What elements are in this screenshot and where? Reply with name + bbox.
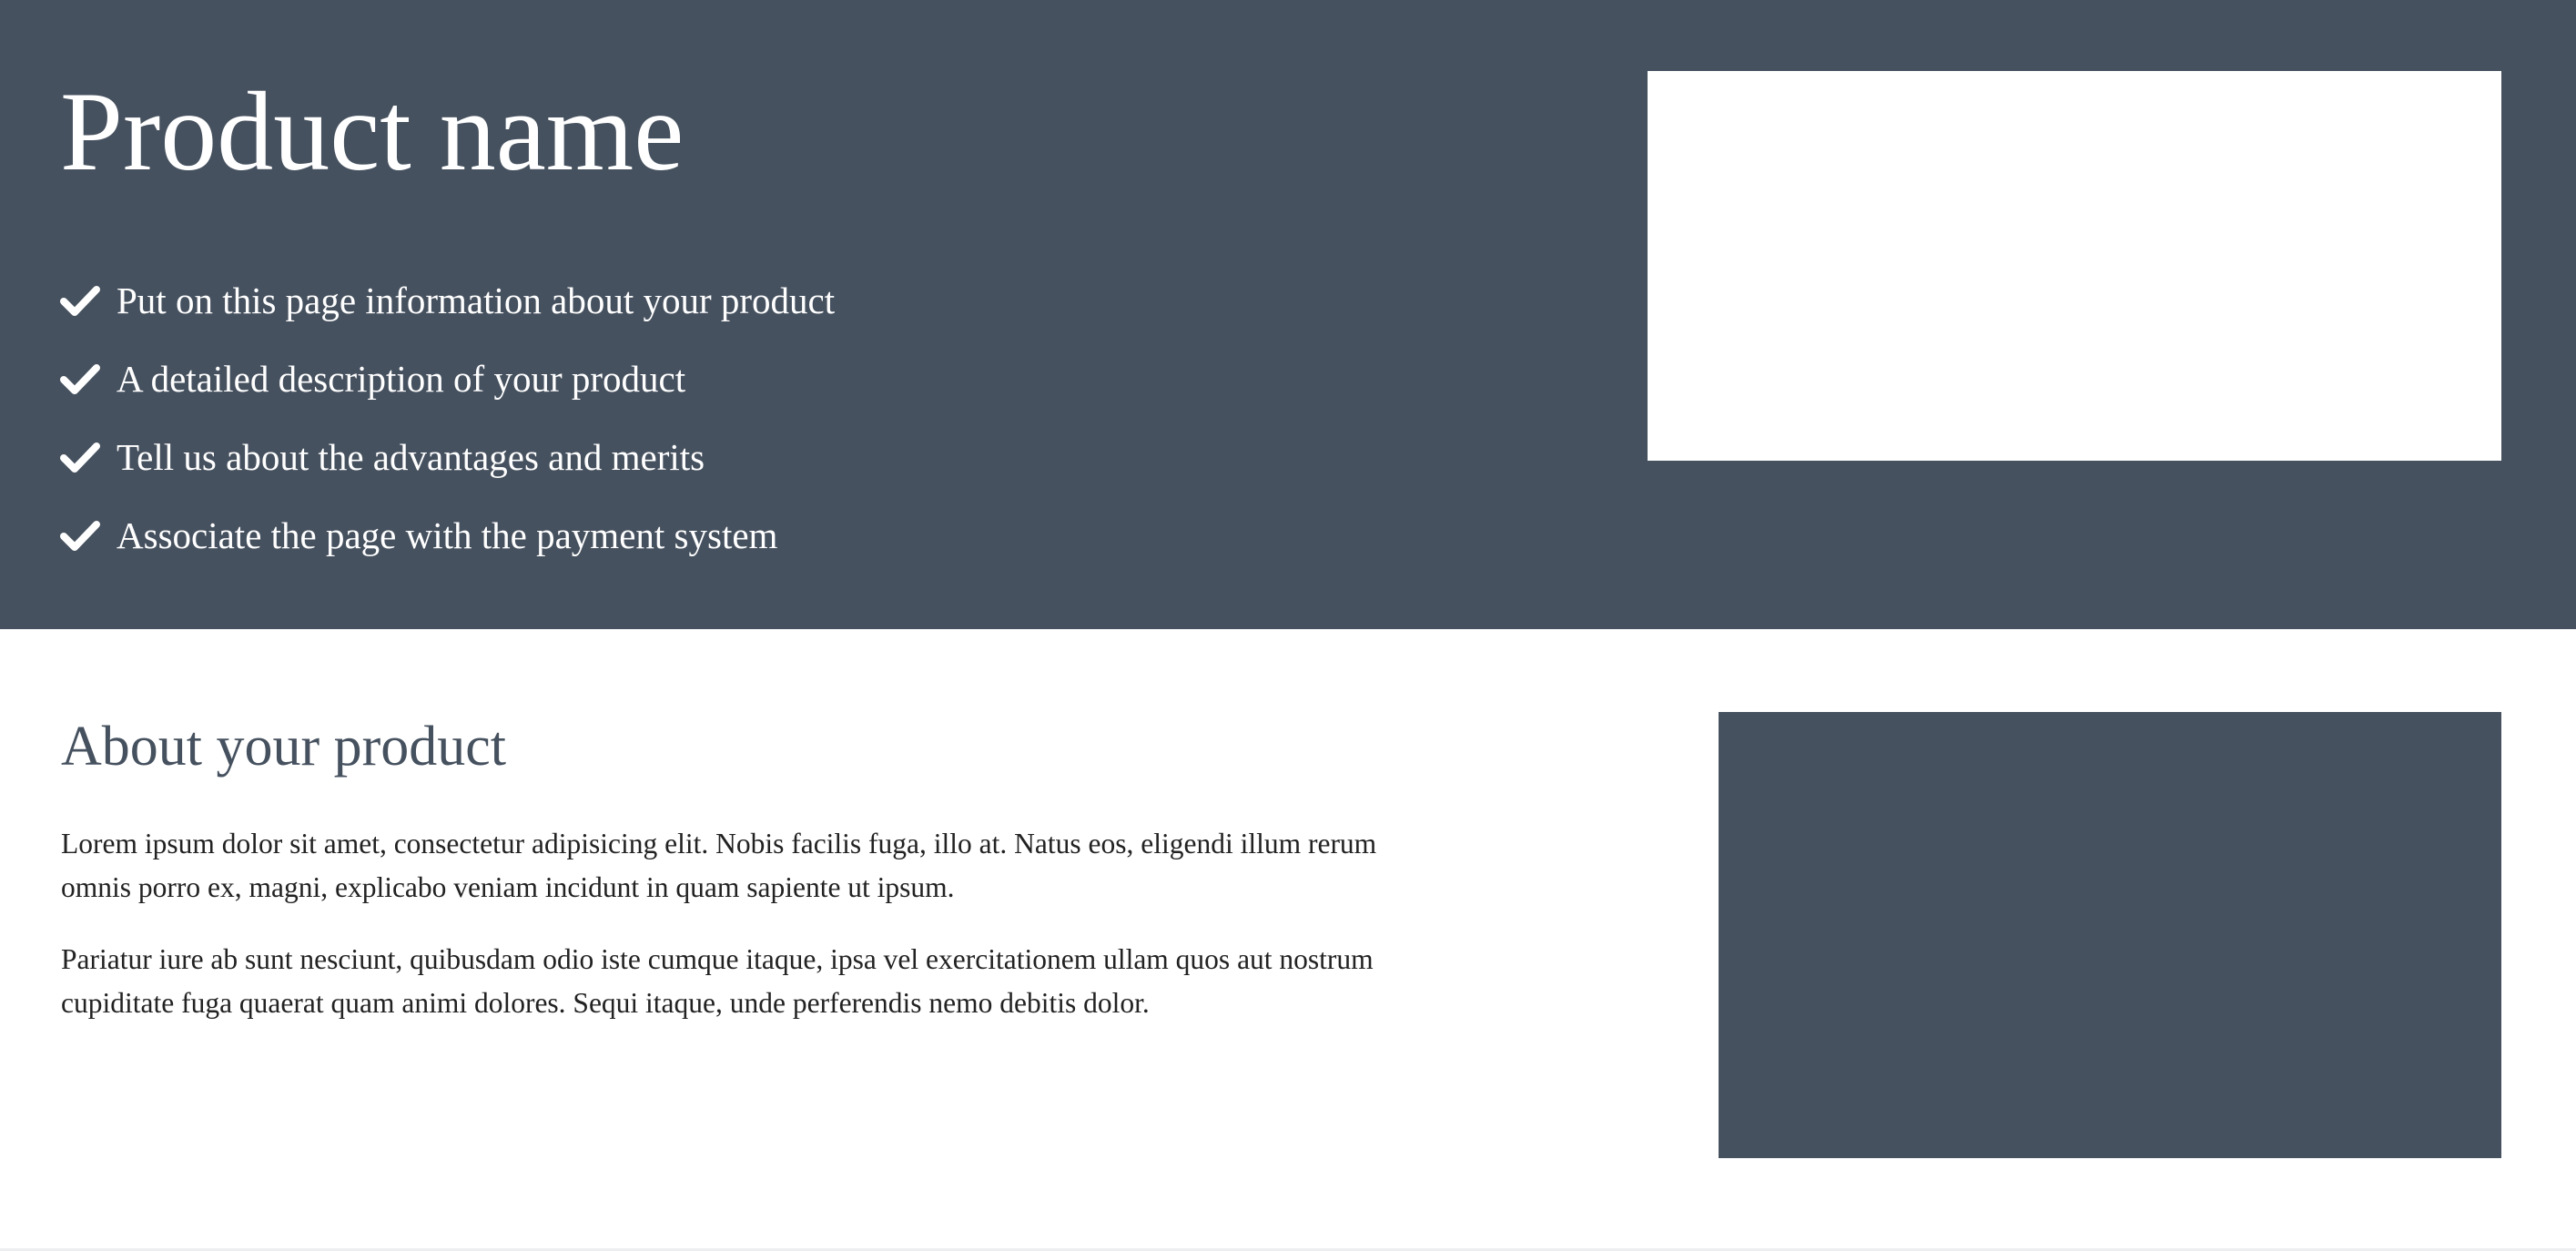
product-title: Product name (60, 69, 685, 194)
check-icon (60, 286, 100, 316)
feature-text: A detailed description of your product (117, 358, 686, 400)
check-icon (60, 521, 100, 551)
about-description: Lorem ipsum dolor sit amet, consectetur … (61, 822, 1445, 1053)
feature-item: Tell us about the advantages and merits (60, 418, 835, 496)
feature-text: Put on this page information about your … (117, 280, 836, 321)
product-image-placeholder (1648, 71, 2501, 461)
hero-section: Product name Put on this page informatio… (0, 0, 2576, 629)
about-paragraph: Pariatur iure ab sunt nesciunt, quibusda… (61, 943, 1374, 1019)
feature-item: Associate the page with the payment syst… (60, 496, 835, 575)
feature-item: Put on this page information about your … (60, 261, 835, 340)
check-icon (60, 442, 100, 473)
feature-text: Tell us about the advantages and merits (117, 436, 705, 478)
about-section: About your product Lorem ipsum dolor sit… (0, 629, 2576, 1248)
about-image-placeholder (1719, 712, 2501, 1158)
check-icon (60, 364, 100, 394)
about-paragraph: Lorem ipsum dolor sit amet, consectetur … (61, 828, 1377, 903)
feature-item: A detailed description of your product (60, 340, 835, 418)
about-heading: About your product (61, 716, 507, 778)
feature-text: Associate the page with the payment syst… (117, 514, 778, 556)
feature-list: Put on this page information about your … (60, 261, 835, 575)
